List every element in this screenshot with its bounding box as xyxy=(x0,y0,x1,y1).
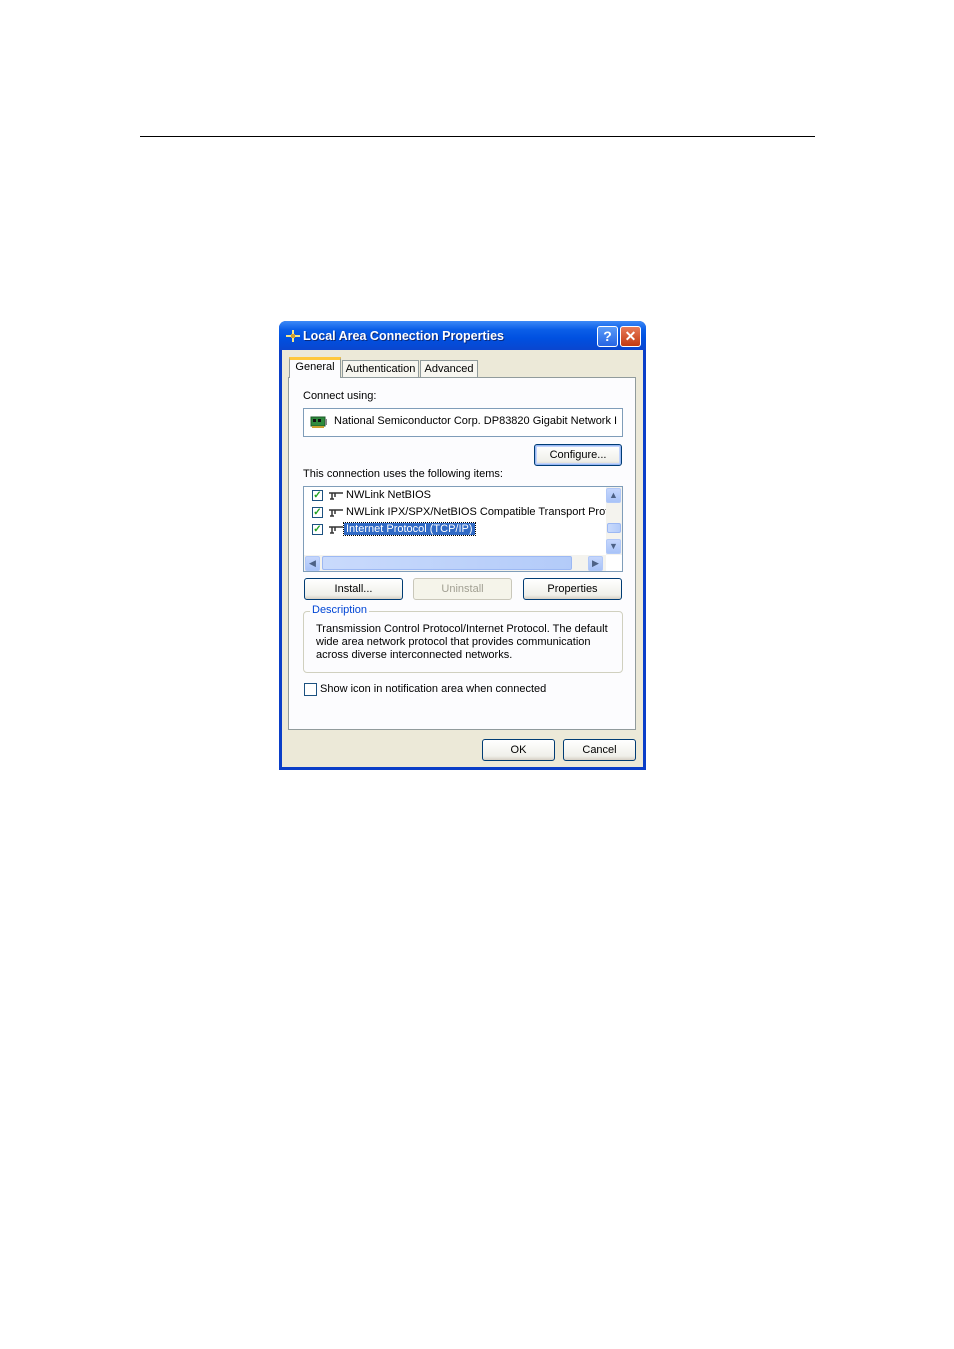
show-icon-label[interactable]: Show icon in notification area when conn… xyxy=(320,683,546,695)
components-list[interactable]: ✓ NWLink NetBIOS ✓ NWLink IPX/SPX/NetBIO… xyxy=(303,486,623,572)
show-icon-checkbox[interactable] xyxy=(304,683,317,696)
dialog-title: Local Area Connection Properties xyxy=(303,329,504,343)
description-title: Description xyxy=(310,604,370,616)
item-label-selected: Internet Protocol (TCP/IP) xyxy=(343,522,476,536)
uninstall-button[interactable]: Uninstall xyxy=(413,578,512,600)
description-text: Transmission Control Protocol/Internet P… xyxy=(316,623,608,661)
scroll-down-arrow-icon[interactable]: ▼ xyxy=(606,539,621,554)
tab-general[interactable]: General xyxy=(289,357,341,378)
horizontal-scroll-thumb[interactable] xyxy=(322,556,572,570)
list-item[interactable]: ✓ NWLink IPX/SPX/NetBIOS Compatible Tran… xyxy=(304,504,608,521)
network-protocol-icon xyxy=(329,509,343,517)
network-connection-icon xyxy=(286,330,300,342)
ok-button[interactable]: OK xyxy=(482,739,555,761)
network-protocol-icon xyxy=(329,526,343,534)
scroll-right-arrow-icon[interactable]: ▶ xyxy=(588,556,603,571)
tab-authentication[interactable]: Authentication xyxy=(342,360,419,378)
help-button[interactable]: ? xyxy=(597,326,618,347)
description-groupbox: Description Transmission Control Protoco… xyxy=(303,604,623,673)
list-item[interactable]: ✓ NWLink NetBIOS xyxy=(304,487,604,504)
network-adapter-icon xyxy=(310,416,327,428)
items-label: This connection uses the following items… xyxy=(303,468,503,480)
network-protocol-icon xyxy=(329,492,343,500)
tab-advanced[interactable]: Advanced xyxy=(420,360,478,378)
page-header-rule xyxy=(140,136,815,137)
scroll-up-arrow-icon[interactable]: ▲ xyxy=(606,488,621,503)
item-checkbox[interactable]: ✓ xyxy=(312,490,323,501)
general-tab-page: Connect using: National Semiconductor Co… xyxy=(288,377,636,730)
adapter-field[interactable]: National Semiconductor Corp. DP83820 Gig… xyxy=(303,408,623,437)
item-label: NWLink IPX/SPX/NetBIOS Compatible Transp… xyxy=(346,506,609,518)
item-checkbox[interactable]: ✓ xyxy=(312,507,323,518)
properties-button[interactable]: Properties xyxy=(523,578,622,600)
scroll-left-arrow-icon[interactable]: ◀ xyxy=(305,556,320,571)
connect-using-label: Connect using: xyxy=(303,390,377,402)
list-item[interactable]: ✓ Internet Protocol (TCP/IP) xyxy=(304,521,604,538)
horizontal-scrollbar[interactable]: ◀ ▶ xyxy=(304,555,606,571)
item-checkbox[interactable]: ✓ xyxy=(312,524,323,535)
dialog-client-area: General Authentication Advanced Connect … xyxy=(282,350,643,767)
vertical-scrollbar[interactable]: ▲ ▼ xyxy=(606,487,622,555)
title-bar[interactable]: Local Area Connection Properties ? ✕ xyxy=(279,321,646,350)
vertical-scroll-thumb[interactable] xyxy=(607,523,621,533)
close-button[interactable]: ✕ xyxy=(620,326,641,347)
item-label: NWLink NetBIOS xyxy=(346,489,431,501)
install-button[interactable]: Install... xyxy=(304,578,403,600)
properties-dialog: Local Area Connection Properties ? ✕ Gen… xyxy=(279,321,646,770)
cancel-button[interactable]: Cancel xyxy=(563,739,636,761)
configure-button[interactable]: Configure... xyxy=(534,444,622,466)
adapter-name: National Semiconductor Corp. DP83820 Gig… xyxy=(334,415,618,427)
